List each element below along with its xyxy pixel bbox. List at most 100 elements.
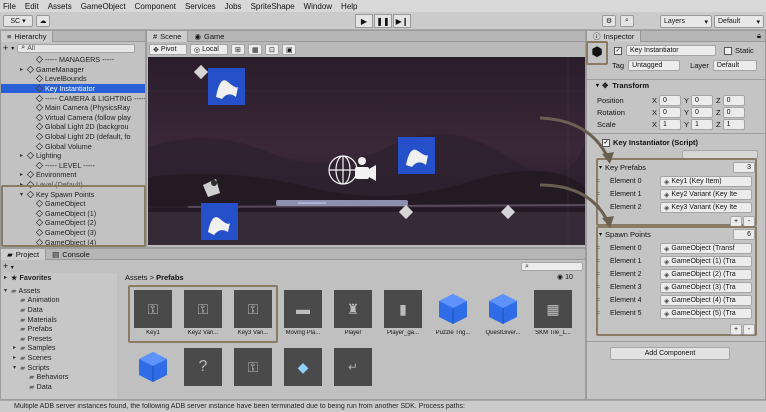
hierarchy-row[interactable]: LevelBounds	[1, 74, 145, 84]
hierarchy-row[interactable]: ▸ Environment	[1, 170, 145, 180]
object-reference-field[interactable]: ◈ GameObject (5) (Tra	[660, 308, 752, 319]
folder-row[interactable]: ▰ Materials	[1, 314, 117, 324]
hierarchy-row[interactable]: Key Instantiator	[1, 83, 145, 94]
folder-row[interactable]: ▰ Data	[1, 382, 117, 392]
asset-tile[interactable]: ⚿ Key3 Vari...	[233, 290, 273, 336]
folder-row[interactable]: ▾ ▰ Scripts	[1, 362, 117, 372]
breadcrumb-assets[interactable]: Assets	[125, 273, 148, 282]
object-reference-field[interactable]: ◈ Key1 (Key Item)	[660, 176, 752, 187]
transform-x-field[interactable]: 0	[659, 95, 682, 106]
drag-handle-icon[interactable]: =	[596, 297, 604, 304]
hierarchy-row[interactable]: ----- MANAGERS -----	[1, 55, 145, 65]
menu-services[interactable]: Services	[185, 2, 216, 11]
asset-tile[interactable]: ◆	[283, 348, 323, 386]
folder-row[interactable]: ▰ Data	[1, 305, 117, 315]
tab-scene[interactable]: # Scene	[147, 31, 189, 42]
tab-inspector[interactable]: ⓘ Inspector	[587, 31, 642, 42]
step-icon[interactable]: ▶❙	[393, 14, 411, 28]
add-icon[interactable]: + ▾	[3, 261, 14, 271]
search-icon[interactable]: ⌕	[620, 15, 634, 27]
cloud-icon[interactable]: ☁	[36, 15, 50, 27]
folder-row[interactable]: ▰ Presets	[1, 334, 117, 344]
asset-tile[interactable]: ▬ Moving Pla...	[283, 290, 323, 336]
account-button[interactable]: SC ▾	[3, 15, 33, 27]
increment-snap-icon[interactable]: ⊡	[265, 44, 279, 55]
hierarchy-row[interactable]: Global Volume	[1, 141, 145, 151]
layer-dropdown[interactable]: Default	[712, 60, 757, 71]
object-reference-field[interactable]: ◈ GameObject (Transf	[660, 243, 752, 254]
chevron-icon[interactable]: ▾	[13, 364, 20, 371]
drag-handle-icon[interactable]: =	[596, 245, 604, 252]
hierarchy-row[interactable]: ▾ Key Spawn Points	[1, 189, 145, 199]
hierarchy-row[interactable]: GameObject (4)	[1, 237, 145, 247]
asset-tile[interactable]: ▦ SKM Tile_L...	[533, 290, 573, 336]
asset-tile[interactable]: ⚿ Key2 Vari...	[183, 290, 223, 336]
chevron-icon[interactable]: ▾	[4, 287, 11, 294]
folder-row[interactable]: ▾ ▰ Assets	[1, 286, 117, 296]
script-reference-field[interactable]	[682, 150, 758, 159]
chevron-icon[interactable]: ▸	[13, 354, 20, 361]
tag-dropdown[interactable]: Untagged	[628, 60, 681, 71]
pause-icon[interactable]: ❚❚	[374, 14, 392, 28]
collab-icon[interactable]: ⚙	[602, 15, 616, 27]
grid-snap-icon[interactable]: ▦	[248, 44, 262, 55]
menu-gameobject[interactable]: GameObject	[81, 2, 126, 11]
layers-dropdown[interactable]: Layers ▾	[660, 15, 712, 28]
project-search-input[interactable]: ⌕	[521, 262, 583, 271]
folder-row[interactable]: ▰ Behaviors	[1, 372, 117, 382]
transform-z-field[interactable]: 0	[722, 95, 745, 106]
object-reference-field[interactable]: ◈ GameObject (3) (Tra	[660, 282, 752, 293]
transform-y-field[interactable]: 0	[691, 95, 714, 106]
hierarchy-row[interactable]: ▸ GameManager	[1, 65, 145, 75]
menu-file[interactable]: File	[3, 2, 16, 11]
drag-handle-icon[interactable]: =	[596, 271, 604, 278]
hierarchy-row[interactable]: GameObject (1)	[1, 209, 145, 219]
drag-handle-icon[interactable]: =	[596, 258, 604, 265]
asset-tile[interactable]: ▮ Player_ga...	[383, 290, 423, 336]
breadcrumb-prefabs[interactable]: Prefabs	[156, 273, 184, 282]
add-icon[interactable]: +	[3, 43, 8, 53]
asset-tile[interactable]: ♜ Player	[333, 290, 373, 336]
transform-z-field[interactable]: 0	[722, 107, 745, 118]
asset-tile[interactable]: ↵	[333, 348, 373, 386]
transform-x-field[interactable]: 0	[659, 107, 682, 118]
snap-icon[interactable]: ⊞	[231, 44, 245, 55]
spawn-points-count[interactable]: 6	[733, 229, 755, 240]
asset-tile[interactable]: ?	[183, 348, 223, 386]
space-dropdown[interactable]: ◎ Local	[190, 44, 228, 55]
hierarchy-row[interactable]: Virtual Camera (follow play	[1, 113, 145, 123]
asset-tile[interactable]: QuestGiver...	[483, 290, 523, 336]
add-element-button[interactable]: +	[730, 216, 742, 227]
object-reference-field[interactable]: ◈ Key3 Variant (Key Ite	[660, 202, 752, 213]
hierarchy-row[interactable]: ▸ Lighting	[1, 151, 145, 161]
favorites-row[interactable]: ▸ ★ Favorites	[1, 273, 117, 283]
key-prefabs-count[interactable]: 3	[733, 162, 755, 173]
pivot-dropdown[interactable]: ✥ Pivot	[149, 44, 187, 55]
object-reference-field[interactable]: ◈ GameObject (2) (Tra	[660, 269, 752, 280]
menu-component[interactable]: Component	[135, 2, 176, 11]
menu-edit[interactable]: Edit	[25, 2, 39, 11]
hierarchy-row[interactable]: GameObject (3)	[1, 228, 145, 238]
lock-icon[interactable]: 🔒︎	[757, 31, 761, 41]
remove-element-button[interactable]: -	[743, 324, 755, 335]
add-element-button[interactable]: +	[730, 324, 742, 335]
active-checkbox[interactable]: ✓	[614, 46, 622, 55]
drag-handle-icon[interactable]: =	[596, 284, 604, 291]
menu-window[interactable]: Window	[304, 2, 332, 11]
remove-element-button[interactable]: -	[743, 216, 755, 227]
toggle-icon[interactable]: ▣	[282, 44, 296, 55]
static-checkbox[interactable]	[724, 46, 732, 55]
object-reference-field[interactable]: ◈ GameObject (4) (Tra	[660, 295, 752, 306]
hierarchy-search-input[interactable]: ⌕ All	[17, 43, 136, 53]
hierarchy-row[interactable]: Global Light 2D (backgrou	[1, 122, 145, 132]
tab-console[interactable]: ▤ Console	[46, 249, 96, 260]
hierarchy-row[interactable]: GameObject	[1, 199, 145, 209]
hierarchy-row[interactable]: ----- LEVEL -----	[1, 161, 145, 171]
object-reference-field[interactable]: ◈ GameObject (1) (Tra	[660, 256, 752, 267]
chevron-icon[interactable]: ▸	[20, 171, 27, 178]
folder-row[interactable]: ▰ Animation	[1, 295, 117, 305]
tab-hierarchy[interactable]: ≡ Hierarchy	[1, 31, 54, 42]
transform-header[interactable]: ▾ ✥ Transform	[596, 80, 756, 91]
add-component-button[interactable]: Add Component	[610, 347, 730, 360]
play-icon[interactable]: ▶	[355, 14, 373, 28]
